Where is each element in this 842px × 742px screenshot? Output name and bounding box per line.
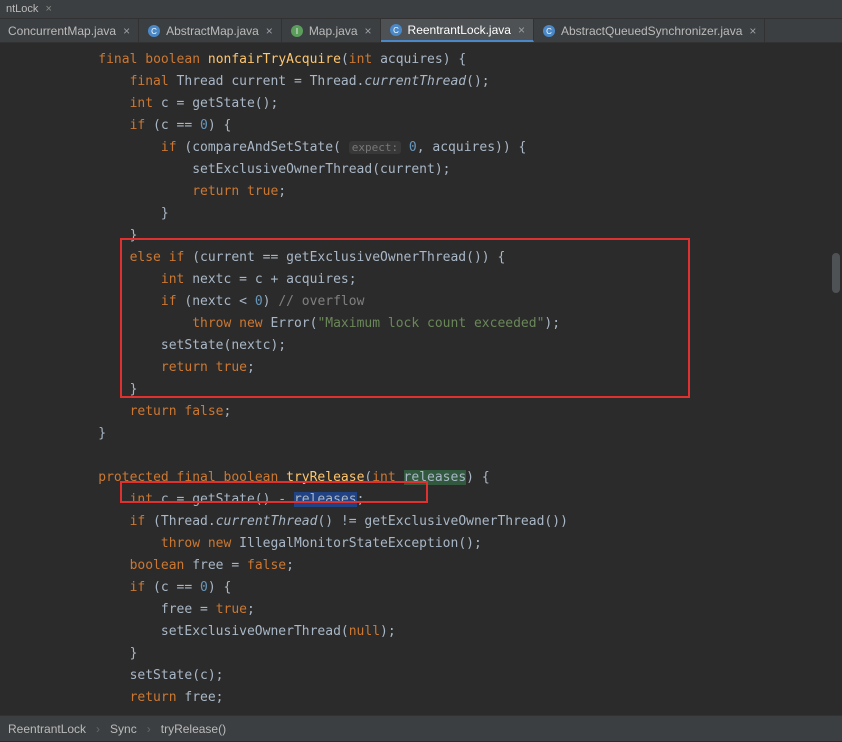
code-container[interactable]: final boolean nonfairTryAcquire(int acqu… [20,49,842,709]
code-line[interactable]: setExclusiveOwnerThread(current); [20,159,842,181]
code-line[interactable]: free = true; [20,599,842,621]
breadcrumb-bar: ReentrantLock › Sync › tryRelease() [0,715,842,741]
breadcrumb-item[interactable]: ReentrantLock [8,722,86,736]
code-line[interactable]: throw new IllegalMonitorStateException()… [20,533,842,555]
code-line[interactable]: final Thread current = Thread.currentThr… [20,71,842,93]
editor-tab[interactable]: ConcurrentMap.java × [0,19,139,42]
java-file-icon: C [389,23,403,37]
svg-text:I: I [296,27,298,36]
tab-label: Map.java [309,24,358,38]
code-line[interactable]: else if (current == getExclusiveOwnerThr… [20,247,842,269]
code-line[interactable]: } [20,643,842,665]
code-line[interactable]: return true; [20,181,842,203]
svg-text:C: C [151,27,157,36]
code-line[interactable]: setExclusiveOwnerThread(null); [20,621,842,643]
tab-close-icon[interactable]: × [749,24,756,38]
code-line[interactable]: } [20,225,842,247]
svg-text:C: C [393,26,399,35]
code-line[interactable]: if (Thread.currentThread() != getExclusi… [20,511,842,533]
selected-identifier[interactable]: releases [294,492,357,507]
code-line[interactable]: if (c == 0) { [20,115,842,137]
code-line[interactable]: throw new Error("Maximum lock count exce… [20,313,842,335]
code-line[interactable]: if (nextc < 0) // overflow [20,291,842,313]
tab-close-icon[interactable]: × [266,24,273,38]
code-line[interactable] [20,445,842,467]
code-line[interactable]: if (compareAndSetState( expect: 0, acqui… [20,137,842,159]
scrollbar-track[interactable] [832,73,840,685]
svg-text:C: C [546,27,552,36]
breadcrumb-separator-icon: › [147,722,151,736]
tab-label: AbstractQueuedSynchronizer.java [561,24,742,38]
window-title-close-icon[interactable]: × [45,3,51,15]
breadcrumb-separator-icon: › [96,722,100,736]
breadcrumb-item[interactable]: tryRelease() [161,722,226,736]
code-line[interactable]: return true; [20,357,842,379]
tab-close-icon[interactable]: × [123,24,130,38]
code-line[interactable]: int c = getState(); [20,93,842,115]
code-line[interactable]: int nextc = c + acquires; [20,269,842,291]
tab-close-icon[interactable]: × [365,24,372,38]
editor-tab[interactable]: C ReentrantLock.java × [381,19,534,42]
code-line[interactable]: setState(c); [20,665,842,687]
code-line[interactable]: protected final boolean tryRelease(int r… [20,467,842,489]
scrollbar-thumb[interactable] [832,253,840,293]
code-line[interactable]: if (c == 0) { [20,577,842,599]
code-line[interactable]: setState(nextc); [20,335,842,357]
code-line[interactable]: int c = getState() - releases; [20,489,842,511]
code-line[interactable]: return false; [20,401,842,423]
code-line[interactable]: } [20,203,842,225]
code-editor[interactable]: final boolean nonfairTryAcquire(int acqu… [0,43,842,715]
tab-label: ReentrantLock.java [408,23,511,37]
tab-label: ConcurrentMap.java [8,24,116,38]
parameter-hint: expect: [349,141,401,154]
java-file-icon: C [147,24,161,38]
editor-tab[interactable]: C AbstractQueuedSynchronizer.java × [534,19,765,42]
code-line[interactable]: return free; [20,687,842,709]
editor-tab[interactable]: I Map.java × [282,19,381,42]
java-file-icon: C [542,24,556,38]
tab-close-icon[interactable]: × [518,23,525,37]
code-line[interactable]: final boolean nonfairTryAcquire(int acqu… [20,49,842,71]
code-line[interactable]: } [20,379,842,401]
code-line[interactable]: } [20,423,842,445]
tab-label: AbstractMap.java [166,24,259,38]
editor-tabs: ConcurrentMap.java × C AbstractMap.java × I Ma… [0,19,842,43]
editor-tab[interactable]: C AbstractMap.java × [139,19,282,42]
code-line[interactable]: boolean free = false; [20,555,842,577]
matching-identifier: releases [404,470,467,485]
java-file-icon: I [290,24,304,38]
breadcrumb-item[interactable]: Sync [110,722,137,736]
window-title-text: ntLock [6,3,38,15]
window-title-bar: ntLock × [0,0,842,19]
